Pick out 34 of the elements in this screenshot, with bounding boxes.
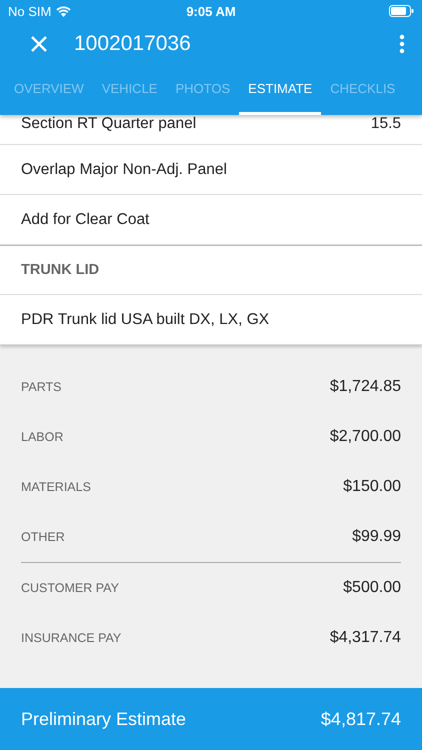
total-label: PARTS [21,380,62,394]
total-label: OTHER [21,530,65,544]
clock-time: 9:05 AM [186,4,236,18]
total-label: INSURANCE PAY [21,631,122,645]
tab[interactable]: VEHICLE [92,65,166,115]
line-item-label: Add for Clear Coat [21,210,150,228]
line-item-row[interactable]: Overlap Major Non-Adj. Panel [0,145,422,195]
total-value: $500.00 [343,579,401,597]
total-value: $2,700.00 [330,428,401,446]
tab[interactable]: OVERVIEW [0,65,93,115]
total-value: $99.99 [352,528,401,546]
total-value: $1,724.85 [330,378,401,396]
line-item-label: PDR Trunk lid USA built DX, LX, GX [21,310,270,328]
total-label: LABOR [21,430,64,444]
line-item-row[interactable]: Add for Clear Coat [0,195,422,245]
tab[interactable]: CHECKLIS [321,65,404,115]
line-item-label: Overlap Major Non-Adj. Panel [21,160,227,178]
line-item-value: 15.5 [370,115,401,133]
total-label: MATERIALS [21,480,91,494]
total-label: CUSTOMER PAY [21,581,119,595]
wifi-icon [56,6,72,16]
battery-icon [389,5,414,17]
tab[interactable]: PHOTOS [166,65,240,115]
footer-total: $4,817.74 [320,708,401,730]
estimate-number-title: 1002017036 [74,32,192,56]
line-item-row[interactable]: Section RT Quarter panel 15.5 [0,115,422,145]
total-value: $4,317.74 [330,629,401,647]
total-value: $150.00 [343,478,401,496]
line-item-row[interactable]: PDR Trunk lid USA built DX, LX, GX [0,295,422,345]
carrier-label: No SIM [8,4,52,18]
line-item-label: Section RT Quarter panel [21,115,196,133]
footer-label: Preliminary Estimate [21,708,186,730]
more-menu-button[interactable] [398,34,406,54]
section-title: TRUNK LID [21,262,100,278]
